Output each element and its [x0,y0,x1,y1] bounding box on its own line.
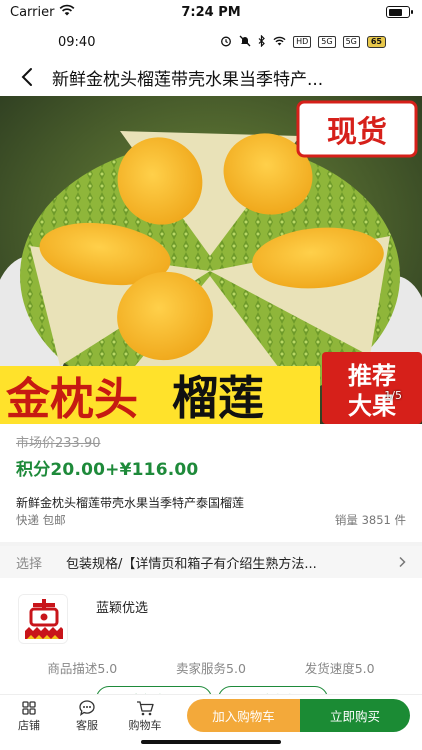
hd-badge: HD [293,36,312,48]
banner-text-durian: 榴莲 [172,371,264,424]
store-ratings: 商品描述5.0 卖家服务5.0 发货速度5.0 [0,658,422,677]
product-image-carousel[interactable]: 现货 金枕头 榴莲 推荐 大果 1/5 [0,96,422,424]
tag-recommend: 推荐 [348,362,396,390]
sales-count: 销量 3851 件 [334,513,406,527]
product-title: 新鲜金枕头榴莲带壳水果当季特产泰国榴莲 [16,496,245,510]
shipping-info: 快递 包邮 [16,513,66,527]
image-counter: 1/5 [384,389,402,402]
cart-tab-label: 购物车 [128,719,162,732]
battery-icon [386,6,413,18]
spec-select-row[interactable]: 选择 包装规格/【详情页和箱子有介绍生熟方法... [0,546,422,578]
ios-status-left: Carrier [10,4,75,20]
bluetooth-icon [258,34,266,50]
page-title: 新鲜金枕头榴莲带壳水果当季特产... [52,69,324,90]
market-price: 市场价233.90 [16,436,101,451]
android-status-bar: 09:40 HD 5G 5G 65 [0,30,422,54]
cart-icon [136,699,154,717]
banner-text-golden-pillow: 金枕头 [5,374,138,424]
android-status-icons: HD 5G 5G 65 [220,34,386,50]
cart-tab[interactable]: 购物车 [120,699,170,733]
rating-description: 商品描述5.0 [47,661,118,676]
android-time: 09:40 [58,34,96,50]
shop-tab-label: 店铺 [18,719,40,732]
rating-delivery: 发货速度5.0 [304,661,375,676]
add-to-cart-button[interactable]: 加入购物车 [187,699,300,732]
select-label: 选择 [16,556,43,572]
signal-5g-2: 5G [342,36,360,48]
store-logo-icon [19,595,67,643]
navigation-bar: 新鲜金枕头榴莲带壳水果当季特产... [0,58,422,96]
shipping-sales-row: 快递 包邮 销量 3851 件 [16,512,406,528]
service-tab-label: 客服 [76,719,98,732]
store-logo[interactable] [18,594,68,644]
durian-product-image: 现货 金枕头 榴莲 推荐 大果 [0,96,422,424]
chevron-left-icon [21,68,32,86]
home-indicator [141,740,281,744]
carrier-label: Carrier [10,4,55,20]
signal-5g-1: 5G [318,36,336,48]
points-price: 积分20.00+¥116.00 [16,460,199,480]
select-value: 包装规格/【详情页和箱子有介绍生熟方法... [66,556,317,572]
mute-icon [239,35,251,50]
back-button[interactable] [16,66,38,88]
wifi-icon [59,4,75,20]
buy-now-button[interactable]: 立即购买 [300,699,410,732]
rating-service: 卖家服务5.0 [176,661,246,676]
chevron-right-icon [399,556,406,568]
wifi-small-icon [273,36,286,49]
ios-status-bar: Carrier 7:24 PM [0,0,422,24]
price-section: 市场价233.90 积分20.00+¥116.00 新鲜金枕头榴莲带壳水果当季特… [0,424,422,542]
customer-service-tab[interactable]: 客服 [62,699,112,733]
store-section: 蓝颖优选 商品描述5.0 卖家服务5.0 发货速度5.0 全部商品 进店逛逛 [0,582,422,712]
shop-tab[interactable]: 店铺 [4,699,54,733]
grid-icon [21,699,37,717]
in-stock-badge: 现货 [327,115,387,150]
alarm-icon [220,35,232,50]
store-name: 蓝颖优选 [96,601,149,616]
chat-icon [78,699,96,717]
android-battery: 65 [366,36,386,48]
